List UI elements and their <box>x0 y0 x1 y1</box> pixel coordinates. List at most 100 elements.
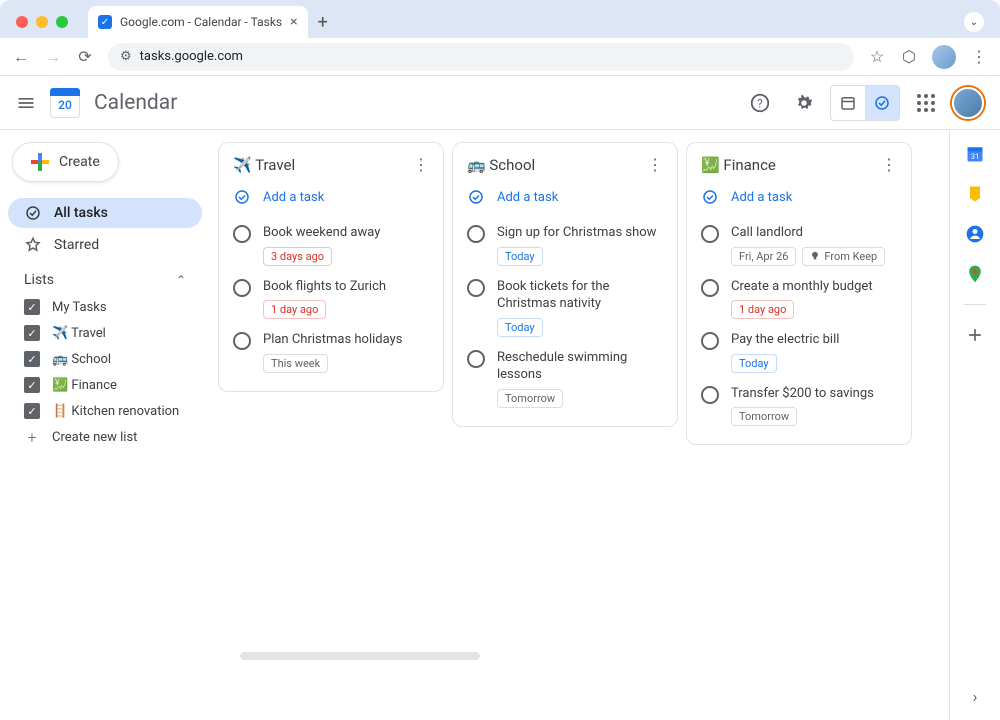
app-title: Calendar <box>94 91 177 115</box>
task-item[interactable]: Reschedule swimming lessonsTomorrow <box>467 343 663 414</box>
task-complete-checkbox[interactable] <box>467 279 485 297</box>
task-chip: Today <box>731 354 777 373</box>
new-tab-button[interactable]: + <box>318 12 328 33</box>
tabs-overflow-button[interactable]: ⌄ <box>964 12 984 32</box>
main-menu-button[interactable] <box>16 93 36 113</box>
sidebar-list-item[interactable]: ✓🪜 Kitchen renovation <box>8 398 202 424</box>
task-item[interactable]: Transfer $200 to savings Tomorrow <box>701 379 897 433</box>
create-new-list[interactable]: + Create new list <box>8 424 202 450</box>
task-title: Transfer $200 to savings <box>731 385 897 403</box>
extensions-icon[interactable]: ⬡ <box>900 47 918 66</box>
svg-text:?: ? <box>757 96 763 110</box>
hide-panel-button[interactable]: › <box>973 687 978 706</box>
task-item[interactable]: Book flights to Zurich1 day ago <box>233 272 429 326</box>
task-complete-checkbox[interactable] <box>701 225 719 243</box>
add-task-button[interactable]: Add a task <box>233 184 429 218</box>
browser-chrome: ✓ Google.com - Calendar - Tasks × + ⌄ ← … <box>0 0 1000 76</box>
task-item[interactable]: Sign up for Christmas showToday <box>467 218 663 272</box>
tasks-view-button[interactable] <box>865 86 899 120</box>
forward-button[interactable]: → <box>44 47 62 67</box>
lists-header-label: Lists <box>24 272 54 288</box>
reload-button[interactable]: ⟳ <box>76 47 94 66</box>
account-avatar[interactable] <box>952 87 984 119</box>
task-complete-checkbox[interactable] <box>233 279 251 297</box>
task-title: Plan Christmas holidays <box>263 331 429 349</box>
column-menu-button[interactable]: ⋮ <box>881 155 897 174</box>
task-chip: 1 day ago <box>731 300 794 319</box>
task-item[interactable]: Call landlordFri, Apr 26From Keep <box>701 218 897 272</box>
contacts-rail-icon[interactable] <box>965 224 985 244</box>
checkbox-icon: ✓ <box>24 351 40 367</box>
lists-header[interactable]: Lists ⌃ <box>8 262 202 294</box>
task-item[interactable]: Create a monthly budget 1 day ago <box>701 272 897 326</box>
task-complete-checkbox[interactable] <box>701 332 719 350</box>
sidebar-list-item[interactable]: ✓ 🚌 School <box>8 346 202 372</box>
url-text: tasks.google.com <box>140 49 243 64</box>
column-menu-button[interactable]: ⋮ <box>413 155 429 174</box>
sidebar-list-item[interactable]: ✓ ✈️ Travel <box>8 320 202 346</box>
sidebar-list-item[interactable]: ✓💹 Finance <box>8 372 202 398</box>
maps-rail-icon[interactable] <box>965 264 985 284</box>
checkbox-icon: ✓ <box>24 403 40 419</box>
add-task-button[interactable]: Add a task <box>467 184 663 218</box>
task-complete-checkbox[interactable] <box>233 332 251 350</box>
task-complete-checkbox[interactable] <box>467 225 485 243</box>
window-close-button[interactable] <box>16 16 28 28</box>
google-apps-button[interactable] <box>908 85 944 121</box>
task-complete-checkbox[interactable] <box>467 350 485 368</box>
support-button[interactable]: ? <box>742 85 778 121</box>
task-title: Book weekend away <box>263 224 429 242</box>
list-label: ✈️ Travel <box>52 326 106 341</box>
plus-icon <box>31 153 49 171</box>
column-menu-button[interactable]: ⋮ <box>647 155 663 174</box>
window-maximize-button[interactable] <box>56 16 68 28</box>
task-board: ✈️ Travel⋮Add a taskBook weekend away3 d… <box>210 130 950 720</box>
horizontal-scrollbar[interactable] <box>240 652 480 660</box>
main-content: Create All tasks Starred Lists ⌃ ✓My Tas… <box>0 130 1000 720</box>
bookmark-icon[interactable]: ☆ <box>868 47 886 66</box>
task-title: Pay the electric bill <box>731 331 897 349</box>
task-chip: Tomorrow <box>731 407 797 426</box>
add-task-icon <box>701 188 719 206</box>
task-chip: 1 day ago <box>263 300 326 319</box>
tab-title: Google.com - Calendar - Tasks <box>120 15 282 29</box>
url-field[interactable]: ⚙ tasks.google.com <box>108 43 854 71</box>
nav-all-tasks[interactable]: All tasks <box>8 198 202 228</box>
task-item[interactable]: Pay the electric bill Today <box>701 325 897 379</box>
sidebar-list-item[interactable]: ✓My Tasks <box>8 294 202 320</box>
browser-tab[interactable]: ✓ Google.com - Calendar - Tasks × <box>88 6 308 38</box>
window-minimize-button[interactable] <box>36 16 48 28</box>
sidebar: Create All tasks Starred Lists ⌃ ✓My Tas… <box>0 130 210 720</box>
task-item[interactable]: Plan Christmas holidaysThis week <box>233 325 429 379</box>
task-column: ✈️ Travel⋮Add a taskBook weekend away3 d… <box>218 142 444 392</box>
task-title: Reschedule swimming lessons <box>497 349 663 384</box>
add-task-button[interactable]: Add a task <box>701 184 897 218</box>
task-column: 💹 Finance⋮Add a taskCall landlordFri, Ap… <box>686 142 912 445</box>
task-item[interactable]: Book weekend away3 days ago <box>233 218 429 272</box>
profile-avatar-small[interactable] <box>932 45 956 69</box>
keep-rail-icon[interactable] <box>965 184 985 204</box>
task-complete-checkbox[interactable] <box>701 386 719 404</box>
task-complete-checkbox[interactable] <box>701 279 719 297</box>
nav-starred[interactable]: Starred <box>8 230 202 260</box>
add-task-icon <box>467 188 485 206</box>
svg-text:31: 31 <box>971 152 979 161</box>
tab-close-icon[interactable]: × <box>290 14 297 30</box>
checkbox-icon: ✓ <box>24 325 40 341</box>
calendar-rail-icon[interactable]: 31 <box>965 144 985 164</box>
task-item[interactable]: Book tickets for the Christmas nativityT… <box>467 272 663 343</box>
task-title: Create a monthly budget <box>731 278 897 296</box>
star-icon <box>24 236 42 254</box>
task-chip: Fri, Apr 26 <box>731 247 796 266</box>
task-complete-checkbox[interactable] <box>233 225 251 243</box>
list-label: 🚌 School <box>52 352 111 367</box>
task-title: Call landlord <box>731 224 897 242</box>
browser-menu-icon[interactable]: ⋮ <box>970 47 988 66</box>
create-button[interactable]: Create <box>12 142 119 182</box>
add-rail-icon[interactable] <box>965 325 985 345</box>
site-settings-icon[interactable]: ⚙ <box>120 49 132 64</box>
calendar-view-button[interactable] <box>831 86 865 120</box>
back-button[interactable]: ← <box>12 47 30 67</box>
list-label: My Tasks <box>52 300 107 315</box>
settings-button[interactable] <box>786 85 822 121</box>
